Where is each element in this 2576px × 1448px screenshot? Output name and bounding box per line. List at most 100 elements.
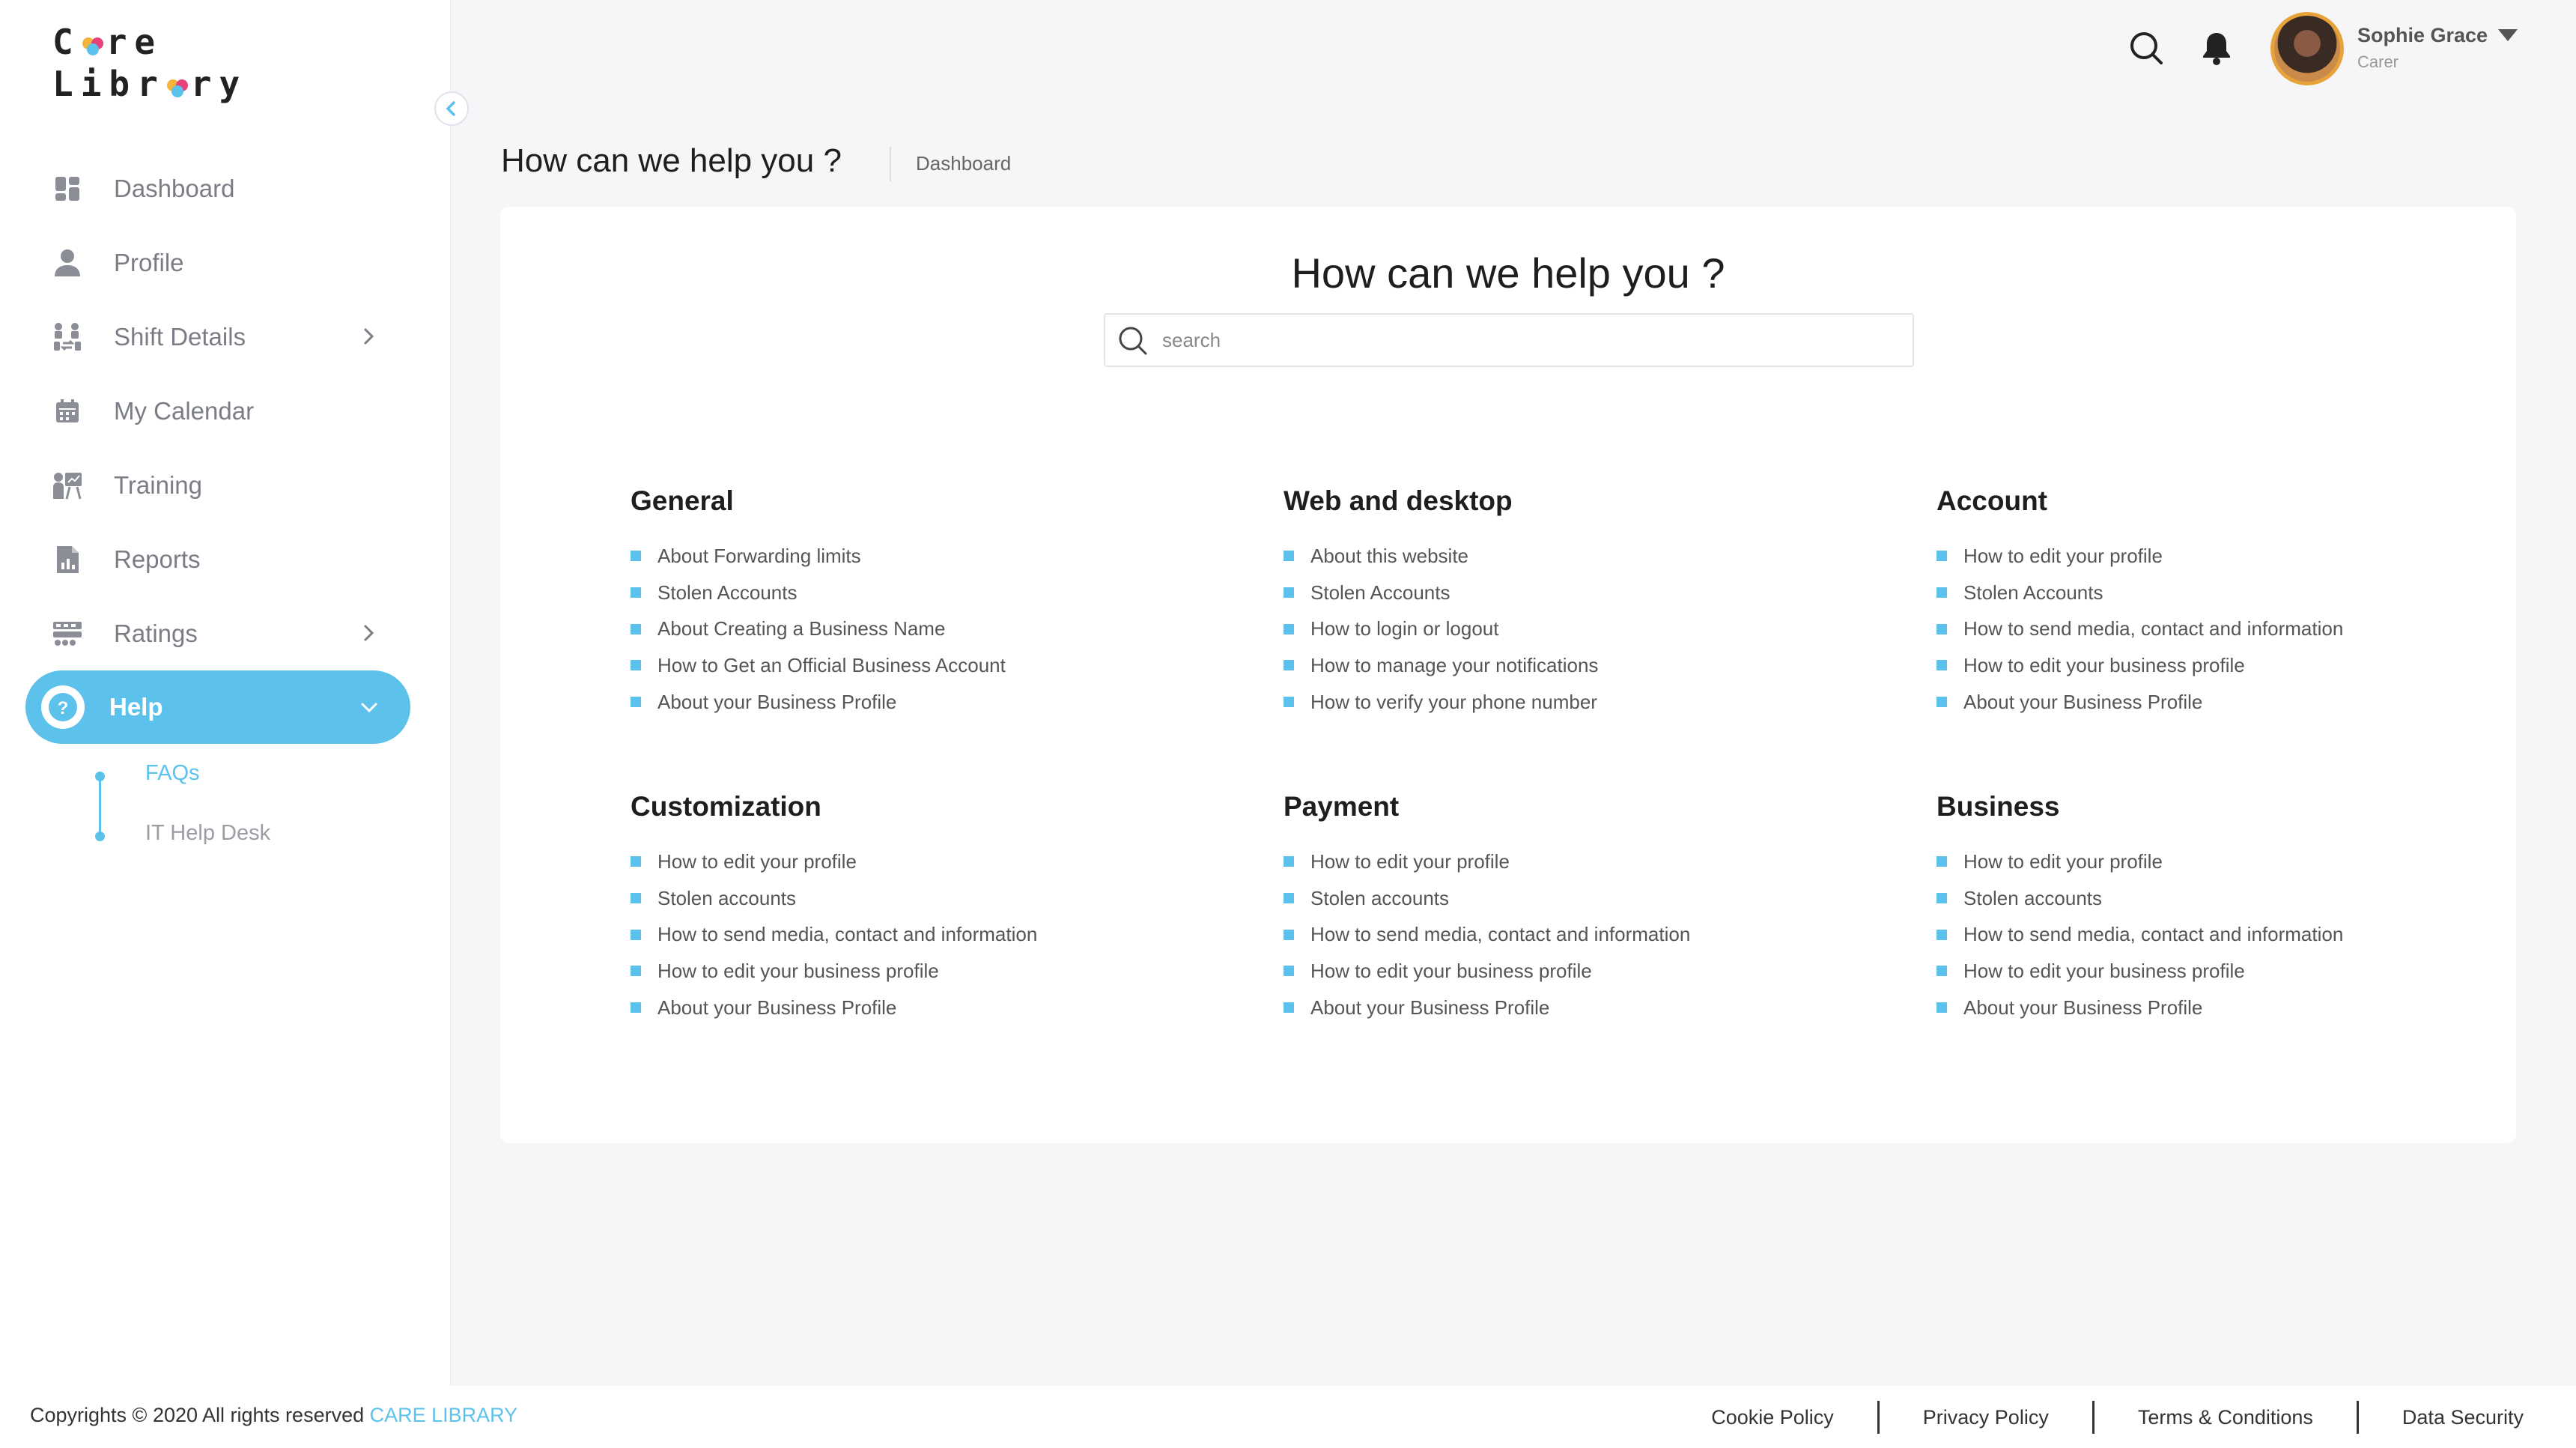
- chevron-down-icon[interactable]: [359, 697, 379, 717]
- faq-link[interactable]: About your Business Profile: [631, 684, 1230, 721]
- faq-link[interactable]: About this website: [1284, 538, 1883, 575]
- bullet-square-icon: [631, 856, 641, 867]
- faq-link[interactable]: Stolen Accounts: [1936, 575, 2536, 611]
- sidebar: Cre Libr ry Dashboard Profile Shift Detai…: [0, 0, 451, 1386]
- sidebar-item-label: Help: [109, 693, 163, 721]
- footer-link-cookie-policy[interactable]: Cookie Policy: [1668, 1401, 1877, 1434]
- faq-link[interactable]: About Creating a Business Name: [631, 611, 1230, 647]
- bullet-square-icon: [1936, 893, 1947, 904]
- sidebar-item-label: Dashboard: [114, 174, 235, 202]
- faq-link-text: About your Business Profile: [657, 996, 897, 1019]
- shift-icon: [51, 321, 84, 354]
- faq-link[interactable]: About Forwarding limits: [631, 538, 1230, 575]
- search-icon: [1117, 325, 1149, 360]
- subnav-item-faqs[interactable]: FAQs: [145, 761, 200, 786]
- faq-link[interactable]: About your Business Profile: [1284, 990, 1883, 1026]
- faq-link[interactable]: How to manage your notifications: [1284, 647, 1883, 684]
- faq-list: About this website Stolen Accounts How to …: [1284, 538, 1883, 720]
- bullet-square-icon: [1936, 660, 1947, 671]
- bullet-square-icon: [1936, 966, 1947, 977]
- faq-link-text: Stolen accounts: [657, 886, 797, 909]
- notifications-button[interactable]: [2200, 30, 2233, 66]
- faq-link-text: How to login or logout: [1310, 617, 1499, 640]
- faq-link[interactable]: How to edit your profile: [1936, 538, 2536, 575]
- sidebar-item-help[interactable]: ? Help: [25, 670, 410, 744]
- bullet-square-icon: [1936, 929, 1947, 940]
- faq-link[interactable]: How to send media, contact and informati…: [631, 916, 1230, 953]
- faq-link[interactable]: How to send media, contact and informati…: [1936, 916, 2536, 953]
- faq-link[interactable]: How to edit your business profile: [1284, 953, 1883, 990]
- sidebar-item-reports[interactable]: Reports: [25, 522, 410, 596]
- faq-link[interactable]: How to send media, contact and informati…: [1936, 611, 2536, 647]
- faq-link[interactable]: How to edit your profile: [1936, 843, 2536, 880]
- faq-section-business: Business How to edit your profile Stolen a…: [1936, 791, 2536, 1026]
- sidebar-item-shift-details[interactable]: Shift Details: [25, 300, 410, 374]
- sidebar-item-label: Ratings: [114, 619, 198, 647]
- help-search-input[interactable]: [1162, 315, 1896, 366]
- breadcrumb-dashboard[interactable]: Dashboard: [916, 152, 1011, 175]
- faq-link[interactable]: About your Business Profile: [631, 990, 1230, 1026]
- user-menu-toggle[interactable]: [2497, 27, 2519, 43]
- caret-down-icon: [2498, 29, 2518, 41]
- faq-link[interactable]: Stolen Accounts: [631, 575, 1230, 611]
- bullet-square-icon: [1284, 929, 1294, 940]
- faq-link-text: About your Business Profile: [1963, 690, 2203, 713]
- header-search-button[interactable]: [2128, 30, 2164, 66]
- bullet-square-icon: [631, 966, 641, 977]
- faq-link[interactable]: How to send media, contact and informati…: [1284, 916, 1883, 953]
- bullet-square-icon: [1936, 587, 1947, 599]
- faq-link[interactable]: How to edit your business profile: [1936, 647, 2536, 684]
- faq-link-text: About this website: [1310, 544, 1469, 567]
- user-avatar[interactable]: [2270, 12, 2344, 85]
- sidebar-item-training[interactable]: Training: [25, 448, 410, 522]
- faq-link-text: How to send media, contact and informati…: [1310, 923, 1691, 946]
- bullet-square-icon: [1284, 587, 1294, 599]
- faq-link-text: How to edit your profile: [1963, 849, 2163, 873]
- faq-link-text: How to edit your business profile: [1963, 959, 2245, 982]
- faq-link[interactable]: Stolen accounts: [1284, 880, 1883, 917]
- faq-link[interactable]: How to edit your business profile: [631, 953, 1230, 990]
- user-role: Carer: [2357, 52, 2399, 71]
- care-library-logo[interactable]: Cre Libr ry: [52, 21, 247, 105]
- sidebar-item-profile[interactable]: Profile: [25, 225, 410, 300]
- user-name[interactable]: Sophie Grace: [2357, 24, 2488, 47]
- sidebar-item-ratings[interactable]: Ratings: [25, 596, 410, 670]
- sidebar-item-label: Shift Details: [114, 322, 246, 351]
- faq-link-text: How to send media, contact and informati…: [1963, 617, 2344, 640]
- faq-link[interactable]: Stolen accounts: [631, 880, 1230, 917]
- faq-section-web-and-desktop: Web and desktop About this website Stolen …: [1284, 485, 1883, 720]
- faq-list: How to edit your profile Stolen accounts H…: [631, 843, 1230, 1026]
- subnav-item-it-help-desk[interactable]: IT Help Desk: [145, 821, 270, 846]
- bullet-square-icon: [631, 1002, 641, 1014]
- help-search-box[interactable]: [1104, 313, 1914, 367]
- help-subnav: FAQs IT Help Desk: [95, 749, 398, 854]
- footer-link-data-security[interactable]: Data Security: [2356, 1400, 2576, 1434]
- faq-link[interactable]: Stolen Accounts: [1284, 575, 1883, 611]
- chevron-right-icon[interactable]: [359, 327, 379, 346]
- faq-list: About Forwarding limits Stolen Accounts Ab…: [631, 538, 1230, 720]
- faq-section-general: General About Forwarding limits Stolen Acc…: [631, 485, 1230, 720]
- faq-link[interactable]: How to login or logout: [1284, 611, 1883, 647]
- sidebar-item-my-calendar[interactable]: My Calendar: [25, 374, 410, 448]
- sidebar-item-label: My Calendar: [114, 396, 255, 425]
- faq-link[interactable]: Stolen accounts: [1936, 880, 2536, 917]
- chevron-right-icon[interactable]: [359, 623, 379, 643]
- sidebar-item-dashboard[interactable]: Dashboard: [25, 151, 410, 225]
- faq-link[interactable]: How to verify your phone number: [1284, 684, 1883, 721]
- sidebar-item-label: Profile: [114, 248, 184, 276]
- footer-link-privacy-policy[interactable]: Privacy Policy: [1877, 1400, 2092, 1434]
- search-icon: [2130, 32, 2163, 64]
- footer-link-terms-conditions[interactable]: Terms & Conditions: [2092, 1400, 2357, 1434]
- sidebar-collapse-button[interactable]: [434, 91, 469, 126]
- faq-link[interactable]: About your Business Profile: [1936, 990, 2536, 1026]
- faq-link[interactable]: How to Get an Official Business Account: [631, 647, 1230, 684]
- faq-link[interactable]: How to edit your business profile: [1936, 953, 2536, 990]
- faq-link[interactable]: How to edit your profile: [1284, 843, 1883, 880]
- faq-link[interactable]: How to edit your profile: [631, 843, 1230, 880]
- footer-brand-link[interactable]: Care Library: [370, 1404, 518, 1426]
- faq-section-customization: Customization How to edit your profile Sto…: [631, 791, 1230, 1026]
- faq-section-title: Web and desktop: [1284, 485, 1513, 516]
- bullet-square-icon: [631, 623, 641, 634]
- faq-link[interactable]: About your Business Profile: [1936, 684, 2536, 721]
- faq-link-text: How to send media, contact and informati…: [1963, 923, 2344, 946]
